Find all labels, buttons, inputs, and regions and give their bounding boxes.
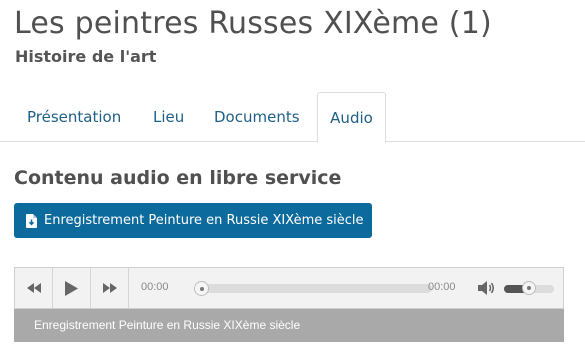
fast-forward-button[interactable] [91,268,129,308]
tab-documents[interactable]: Documents [214,92,300,142]
audio-player: 00:00 00:00 [14,267,564,309]
audio-caption: Enregistrement Peinture en Russie XIXème… [14,309,564,342]
seek-handle[interactable] [194,281,209,296]
play-button[interactable] [53,268,91,308]
page-title: Les peintres Russes XIXème (1) [14,6,492,41]
tab-lieu[interactable]: Lieu [153,92,184,142]
duration-time: 00:00 [428,281,456,293]
download-audio-label: Enregistrement Peinture en Russie XIXème… [44,213,364,228]
tab-presentation[interactable]: Présentation [27,92,121,142]
rewind-button[interactable] [15,268,53,308]
download-audio-button[interactable]: Enregistrement Peinture en Russie XIXème… [14,203,372,238]
fast-forward-icon [102,283,117,293]
volume-handle[interactable] [522,281,536,295]
rewind-icon [26,283,41,293]
play-icon [65,280,78,296]
section-title: Contenu audio en libre service [14,167,342,189]
tab-bar: Présentation Lieu Documents Audio [0,92,585,143]
current-time: 00:00 [141,281,169,293]
tab-audio[interactable]: Audio [317,92,386,143]
volume-slider[interactable] [504,281,554,295]
file-download-icon [26,213,37,228]
seek-bar[interactable] [194,281,432,296]
volume-icon[interactable] [478,280,496,296]
page-subtitle: Histoire de l'art [15,47,157,66]
